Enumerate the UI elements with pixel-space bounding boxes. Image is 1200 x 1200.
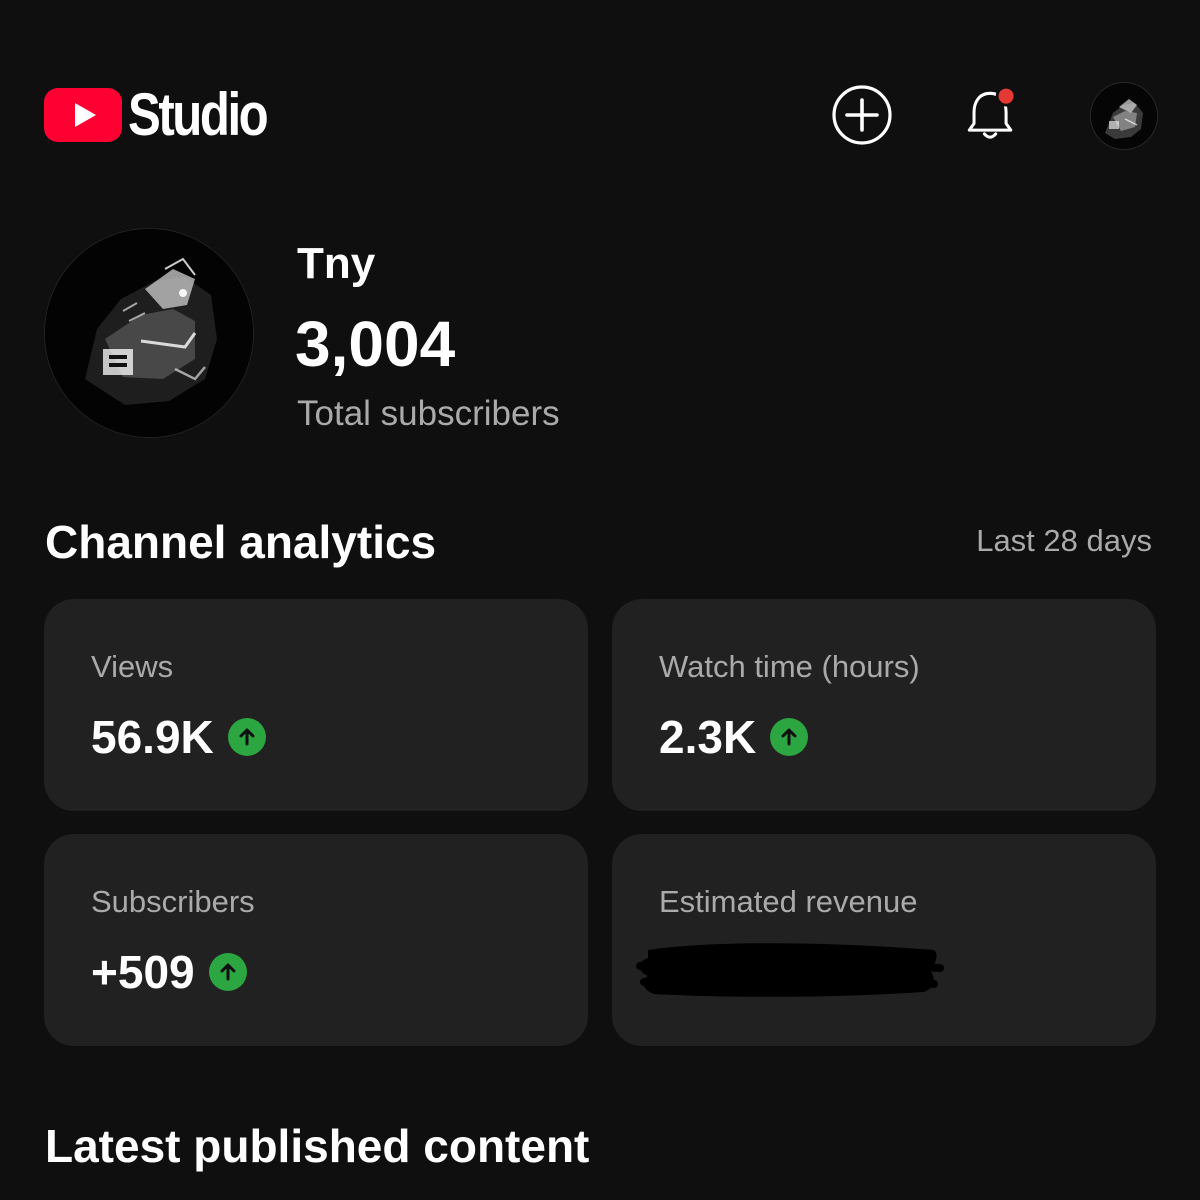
logo-text: Studio bbox=[128, 81, 269, 148]
card-value: +509 bbox=[91, 946, 195, 998]
card-value: 2.3K bbox=[659, 711, 757, 763]
period-selector[interactable]: Last 28 days bbox=[976, 521, 1152, 561]
notification-bell-icon bbox=[967, 85, 1017, 139]
create-plus-icon bbox=[832, 85, 892, 145]
card-value: 56.9K bbox=[91, 711, 214, 763]
account-avatar[interactable] bbox=[1090, 82, 1158, 150]
card-label: Subscribers bbox=[91, 884, 255, 919]
app-header: Studio bbox=[0, 0, 1200, 200]
views-card[interactable]: Views 56.9K bbox=[44, 599, 588, 811]
trend-up-icon bbox=[208, 953, 247, 991]
youtube-play-icon bbox=[44, 88, 122, 142]
subscriber-caption: Total subscribers bbox=[297, 394, 560, 433]
notification-badge bbox=[998, 88, 1014, 104]
watch-time-card[interactable]: Watch time (hours) 2.3K bbox=[612, 599, 1156, 811]
trend-up-icon bbox=[227, 718, 266, 756]
notifications-button[interactable] bbox=[958, 82, 1024, 148]
latest-content-title: Latest published content bbox=[45, 1120, 590, 1172]
card-label: Views bbox=[91, 649, 174, 684]
card-label: Estimated revenue bbox=[659, 884, 918, 919]
studio-logo[interactable]: Studio bbox=[44, 81, 297, 148]
redacted-value bbox=[634, 936, 944, 1005]
card-label: Watch time (hours) bbox=[659, 649, 920, 684]
channel-name: Tny bbox=[297, 239, 376, 288]
create-button[interactable] bbox=[829, 82, 895, 148]
subscriber-count: 3,004 bbox=[295, 308, 456, 380]
subscribers-card[interactable]: Subscribers +509 bbox=[44, 834, 588, 1046]
revenue-card[interactable]: Estimated revenue bbox=[612, 834, 1156, 1046]
analytics-title: Channel analytics bbox=[45, 516, 437, 568]
trend-up-icon bbox=[770, 718, 809, 756]
channel-avatar[interactable] bbox=[44, 228, 254, 438]
